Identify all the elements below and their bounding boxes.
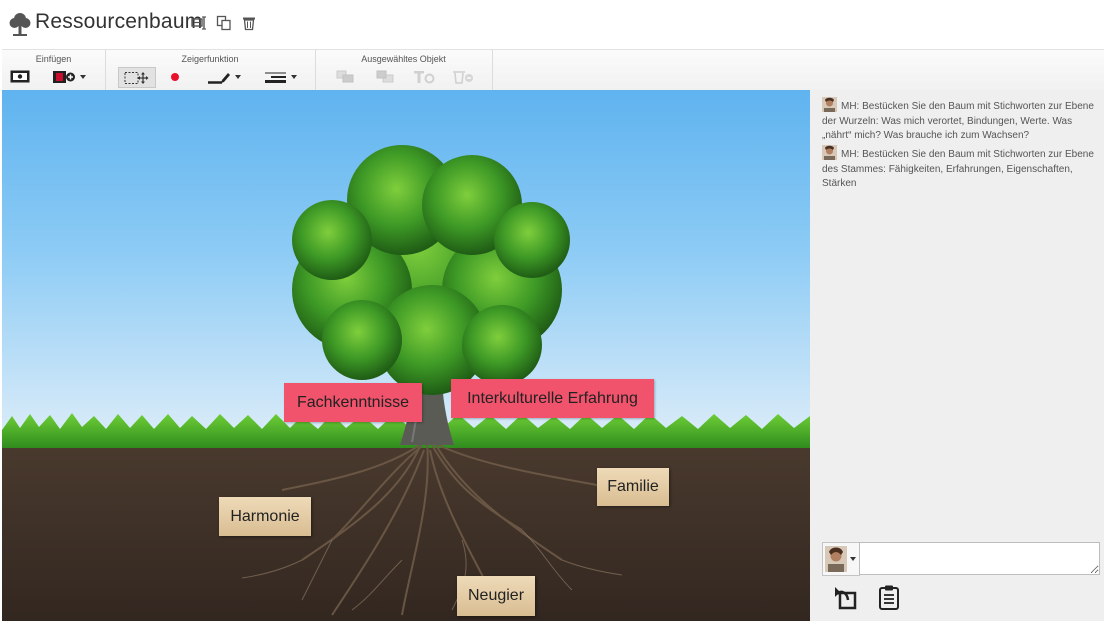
tree-icon xyxy=(9,13,31,36)
group-label-pointer: Zeigerfunktion xyxy=(181,54,239,64)
remove-object-button[interactable] xyxy=(450,67,476,86)
text-settings-button[interactable] xyxy=(411,67,437,86)
toolbar-group-insert: Einfügen xyxy=(2,50,106,90)
toolbar-group-pointer: Zeigerfunktion xyxy=(105,50,316,90)
toolbar: Einfügen Zeigerfunktion Ausgewähltes Obj… xyxy=(2,49,1104,91)
note-fachkenntnisse[interactable]: Fachkenntnisse xyxy=(284,383,422,422)
send-back-icon xyxy=(376,70,394,83)
chevron-down-icon xyxy=(235,74,241,79)
remove-object-icon xyxy=(453,70,473,84)
copy-icon[interactable] xyxy=(216,15,232,31)
group-label-selected-object: Ausgewähltes Objekt xyxy=(361,54,446,64)
avatar xyxy=(822,97,837,112)
text-settings-icon xyxy=(414,70,435,83)
group-label-insert: Einfügen xyxy=(35,54,72,64)
line-style-button[interactable] xyxy=(259,67,301,86)
chat-message: MH: Bestücken Sie den Baum mit Stichwort… xyxy=(822,97,1100,144)
page-title: Ressourcenbaum xyxy=(35,10,203,33)
insert-media-button[interactable] xyxy=(47,67,91,86)
chat-input[interactable] xyxy=(859,542,1100,575)
chevron-down-icon xyxy=(291,74,297,79)
chat-sidebar: MH: Bestücken Sie den Baum mit Stichwort… xyxy=(810,90,1104,621)
insert-media-icon xyxy=(53,70,75,83)
select-move-icon xyxy=(124,71,149,84)
chat-message-text: MH: Bestücken Sie den Baum mit Stichwort… xyxy=(822,149,1094,189)
chat-message: MH: Bestücken Sie den Baum mit Stichwort… xyxy=(822,145,1100,192)
chat-message-text: MH: Bestücken Sie den Baum mit Stichwort… xyxy=(822,101,1094,141)
avatar xyxy=(825,546,847,572)
bring-front-icon xyxy=(336,70,354,83)
chat-input-row xyxy=(822,542,1102,576)
pen-button[interactable] xyxy=(203,67,245,86)
chevron-down-icon xyxy=(80,74,86,79)
send-back-button[interactable] xyxy=(374,67,396,86)
author-select-button[interactable] xyxy=(822,542,860,576)
bring-front-button[interactable] xyxy=(334,67,356,86)
chevron-down-icon xyxy=(850,557,856,561)
whiteboard-canvas[interactable]: Fachkenntnisse Interkulturelle Erfahrung… xyxy=(2,90,810,621)
pen-icon xyxy=(208,72,230,84)
pointer-dot-button[interactable] xyxy=(165,67,185,86)
pointer-dot-icon xyxy=(171,72,179,81)
note-familie[interactable]: Familie xyxy=(597,468,669,506)
line-style-icon xyxy=(265,72,286,83)
avatar xyxy=(822,145,837,160)
select-move-button[interactable] xyxy=(118,67,156,88)
note-neugier[interactable]: Neugier xyxy=(457,576,535,616)
tree-background-image xyxy=(2,145,810,621)
insert-image-icon xyxy=(10,70,30,83)
delete-icon[interactable] xyxy=(241,15,257,31)
insert-image-button[interactable] xyxy=(8,67,32,86)
note-harmonie[interactable]: Harmonie xyxy=(219,497,311,536)
rename-icon[interactable] xyxy=(191,15,207,31)
note-interkulturelle-erfahrung[interactable]: Interkulturelle Erfahrung xyxy=(451,379,654,418)
clipboard-icon[interactable] xyxy=(876,584,902,610)
header: Ressourcenbaum xyxy=(0,0,1104,48)
toolbar-group-selected-object: Ausgewähltes Objekt xyxy=(315,50,493,90)
reply-icon[interactable] xyxy=(831,584,857,610)
